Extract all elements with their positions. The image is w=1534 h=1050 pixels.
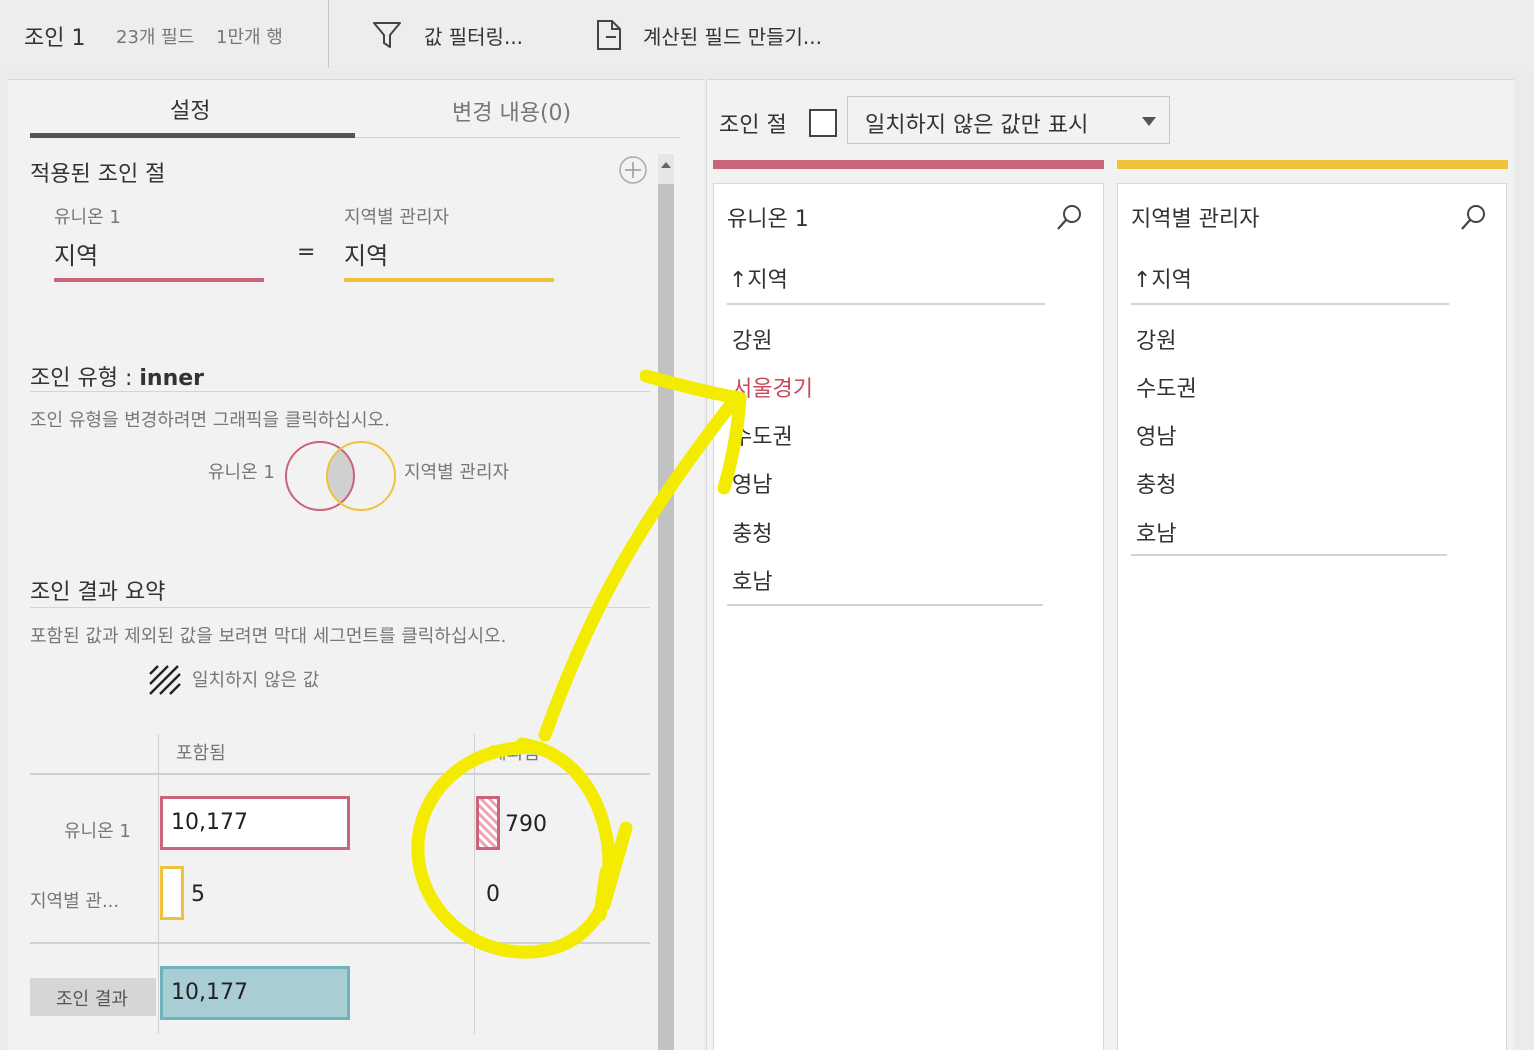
manager-included-value: 5 (191, 882, 205, 907)
join-clause-checkbox[interactable] (809, 109, 837, 137)
col-included-header: 포함됨 (176, 743, 226, 764)
field-count: 23개 필드 (116, 27, 195, 48)
manager-header-rule (1131, 303, 1449, 305)
join-type-prefix: 조인 유형 : (30, 366, 140, 391)
list-item[interactable]: 강원 (732, 323, 772, 355)
table-header-rule (30, 773, 650, 775)
row-union-label: 유니온 1 (64, 821, 131, 842)
manager-values-card: 지역별 관리자 ↑지역 강원 수도권 영남 충청 호남 (1117, 183, 1507, 1050)
list-item[interactable]: 영남 (732, 467, 772, 499)
unmatched-hatch-icon (149, 665, 181, 695)
list-item[interactable]: 강원 (1136, 323, 1176, 355)
list-item[interactable]: 충청 (1136, 467, 1176, 499)
join-title: 조인 1 (24, 26, 86, 51)
manager-included-bar[interactable] (160, 866, 184, 920)
list-item[interactable]: 충청 (732, 516, 772, 548)
join-type-value: inner (139, 366, 204, 391)
toolbar: 조인 1 23개 필드 1만개 행 값 필터링... 계산된 필드 만들기... (0, 0, 1534, 70)
manager-excluded-value: 0 (486, 882, 500, 907)
join-clause-label: 조인 절 (719, 113, 787, 138)
tab-settings-label: 설정 (170, 99, 211, 124)
clause-right-field-value: 지역 (344, 242, 389, 270)
table-col-divider-1 (158, 734, 159, 1034)
join-type-venn-diagram[interactable] (280, 436, 400, 516)
scrollbar-track[interactable] (658, 154, 674, 1050)
tab-changes[interactable]: 변경 내용(0) (355, 80, 680, 140)
filter-icon (373, 22, 401, 48)
join-result-label: 조인 결과 (56, 989, 128, 1010)
list-item[interactable]: 수도권 (1136, 371, 1197, 403)
clause-right-field[interactable]: 지역 (344, 230, 554, 282)
clause-left-field[interactable]: 지역 (54, 230, 264, 282)
join-summary-title: 조인 결과 요약 (30, 580, 166, 605)
calculated-field-icon (597, 20, 621, 50)
search-icon[interactable] (1055, 202, 1085, 232)
chevron-down-icon (1142, 117, 1156, 126)
right-source-underline (344, 278, 554, 282)
clause-left-field-value: 지역 (54, 242, 99, 270)
list-item[interactable]: 호남 (732, 564, 772, 596)
table-col-divider-2 (474, 734, 475, 1034)
tab-settings[interactable]: 설정 (30, 80, 355, 140)
create-calculated-field-button[interactable]: 계산된 필드 만들기... (594, 14, 844, 56)
union-included-value: 10,177 (171, 810, 248, 835)
unmatched-legend-label: 일치하지 않은 값 (192, 670, 320, 691)
union-values-card: 유니온 1 ↑지역 강원 서울경기 수도권 영남 충청 호남 (713, 183, 1104, 1050)
list-item[interactable]: 영남 (1136, 419, 1176, 451)
manager-card-title: 지역별 관리자 (1131, 207, 1260, 232)
join-summary-rule (30, 607, 650, 608)
join-result-value: 10,177 (171, 980, 248, 1005)
join-settings-panel: 설정 변경 내용(0) 적용된 조인 절 유니온 1 지역별 관리자 지역 = … (8, 79, 704, 1050)
toolbar-divider (328, 0, 329, 68)
left-source-underline (54, 278, 264, 282)
union-excluded-bar[interactable] (476, 796, 500, 850)
row-count: 1만개 행 (216, 27, 283, 48)
union-included-bar[interactable]: 10,177 (160, 796, 350, 850)
union-column-header[interactable]: ↑지역 (729, 262, 788, 294)
manager-column-header[interactable]: ↑지역 (1133, 262, 1192, 294)
list-item[interactable]: 수도권 (732, 419, 793, 451)
add-join-clause-icon[interactable] (618, 155, 648, 185)
col-excluded-header: 제외됨 (490, 743, 540, 764)
join-result-label-box: 조인 결과 (30, 978, 156, 1016)
row-manager-label: 지역별 관... (30, 891, 120, 912)
clause-right-source: 지역별 관리자 (344, 207, 450, 228)
left-source-color-bar (713, 160, 1104, 169)
join-values-panel: 조인 절 일치하지 않은 값만 표시 유니온 1 ↑지역 강원 서울경기 수도권… (706, 79, 1514, 1050)
join-type-hint: 조인 유형을 변경하려면 그래픽을 클릭하십시오. (30, 410, 390, 431)
union-list-end-rule (727, 604, 1043, 606)
clause-operator[interactable]: = (297, 240, 315, 265)
right-source-color-bar (1117, 160, 1508, 169)
filter-values-button[interactable]: 값 필터링... (370, 14, 540, 56)
show-unmatched-dropdown[interactable]: 일치하지 않은 값만 표시 (847, 96, 1170, 144)
list-item[interactable]: 호남 (1136, 516, 1176, 548)
tab-rule (355, 137, 680, 138)
clause-left-source: 유니온 1 (54, 207, 121, 228)
join-summary-hint: 포함된 값과 제외된 값을 보려면 막대 세그먼트를 클릭하십시오. (30, 626, 507, 647)
dropdown-selected-value: 일치하지 않은 값만 표시 (865, 113, 1089, 138)
filter-values-label: 값 필터링... (424, 25, 524, 49)
tab-active-indicator (30, 133, 355, 138)
union-excluded-value: 790 (505, 812, 547, 837)
venn-right-label: 지역별 관리자 (404, 462, 510, 483)
scroll-up-icon[interactable] (660, 160, 672, 170)
union-card-title: 유니온 1 (727, 207, 809, 232)
join-result-bar[interactable]: 10,177 (160, 966, 350, 1020)
create-calculated-field-label: 계산된 필드 만들기... (643, 25, 822, 49)
tab-changes-label: 변경 내용(0) (452, 101, 572, 126)
scrollbar-thumb[interactable] (658, 184, 674, 1050)
table-footer-rule (30, 942, 650, 944)
applied-join-clause-title: 적용된 조인 절 (30, 162, 166, 187)
manager-list-end-rule (1131, 554, 1447, 556)
join-type-rule (30, 391, 650, 392)
join-type-title: 조인 유형 : inner (30, 360, 204, 392)
venn-left-label: 유니온 1 (208, 462, 275, 483)
search-icon[interactable] (1459, 202, 1489, 232)
union-header-rule (727, 303, 1045, 305)
list-item-unmatched[interactable]: 서울경기 (732, 371, 813, 403)
